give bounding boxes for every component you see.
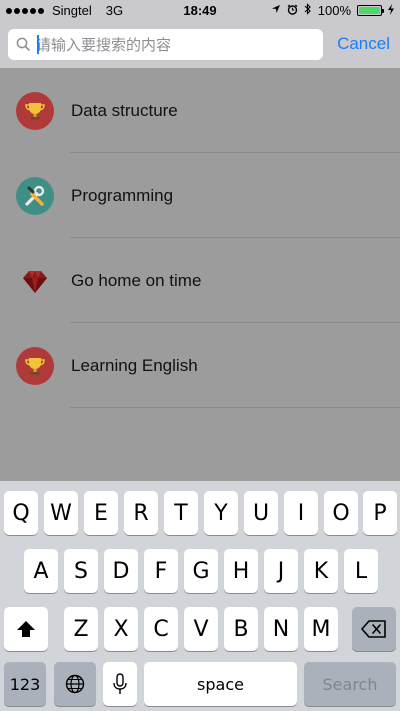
key-s[interactable]: S (64, 549, 98, 593)
key-g[interactable]: G (184, 549, 218, 593)
key-u[interactable]: U (244, 491, 278, 535)
key-e[interactable]: E (84, 491, 118, 535)
key-c[interactable]: C (144, 607, 178, 651)
key-i[interactable]: I (284, 491, 318, 535)
list-item[interactable]: Learning English (0, 323, 400, 408)
cancel-button[interactable]: Cancel (337, 34, 390, 54)
key-v[interactable]: V (184, 607, 218, 651)
trophy-icon (16, 347, 54, 385)
key-z[interactable]: Z (64, 607, 98, 651)
list-item-label: Go home on time (71, 271, 202, 290)
key-r[interactable]: R (124, 491, 158, 535)
search-input[interactable] (36, 33, 316, 56)
battery-percent: 100% (317, 3, 351, 18)
key-q[interactable]: Q (4, 491, 38, 535)
search-header: Cancel (0, 22, 400, 68)
numbers-key[interactable]: 123 (4, 662, 46, 706)
key-w[interactable]: W (44, 491, 78, 535)
list-item[interactable]: Programming (0, 153, 400, 238)
key-b[interactable]: B (224, 607, 258, 651)
key-k[interactable]: K (304, 549, 338, 593)
location-arrow-icon (271, 4, 281, 17)
battery-icon (357, 5, 384, 16)
search-icon (16, 37, 30, 51)
search-box[interactable] (8, 29, 323, 60)
tools-icon (16, 177, 54, 215)
key-a[interactable]: A (24, 549, 58, 593)
backspace-icon (361, 620, 386, 638)
space-key[interactable]: space (144, 662, 297, 706)
status-right: 100% (271, 3, 394, 18)
list-item-label: Learning English (71, 356, 198, 375)
ruby-gem-icon (16, 262, 54, 300)
list-item-label: Programming (71, 186, 174, 205)
key-m[interactable]: M (304, 607, 338, 651)
shift-arrow-icon (17, 621, 35, 637)
key-j[interactable]: J (264, 549, 298, 593)
charging-bolt-icon (388, 3, 394, 18)
key-y[interactable]: Y (204, 491, 238, 535)
key-d[interactable]: D (104, 549, 138, 593)
delete-key[interactable] (352, 607, 396, 651)
globe-icon (65, 674, 85, 694)
key-h[interactable]: H (224, 549, 258, 593)
microphone-icon (113, 673, 127, 694)
status-bar: Singtel 3G 18:49 100% (0, 0, 400, 22)
key-l[interactable]: L (344, 549, 378, 593)
text-caret (37, 35, 39, 54)
dictation-key[interactable] (103, 662, 137, 706)
key-x[interactable]: X (104, 607, 138, 651)
bluetooth-icon (304, 3, 312, 18)
list-item-label: Data structure (71, 101, 178, 120)
results-list: Data structure Programming Go home on ti… (0, 68, 400, 481)
battery-fill (359, 7, 380, 14)
list-item[interactable]: Data structure (0, 68, 400, 153)
list-item[interactable]: Go home on time (0, 238, 400, 323)
row-separator (70, 407, 400, 408)
key-t[interactable]: T (164, 491, 198, 535)
trophy-icon (16, 92, 54, 130)
globe-key[interactable] (54, 662, 96, 706)
shift-key[interactable] (4, 607, 48, 651)
keyboard: Q W E R T Y U I O P A S D F G H J K L Z … (0, 481, 400, 711)
search-key[interactable]: Search (304, 662, 396, 706)
key-f[interactable]: F (144, 549, 178, 593)
key-p[interactable]: P (363, 491, 397, 535)
key-o[interactable]: O (324, 491, 358, 535)
key-n[interactable]: N (264, 607, 298, 651)
alarm-clock-icon (287, 4, 298, 18)
